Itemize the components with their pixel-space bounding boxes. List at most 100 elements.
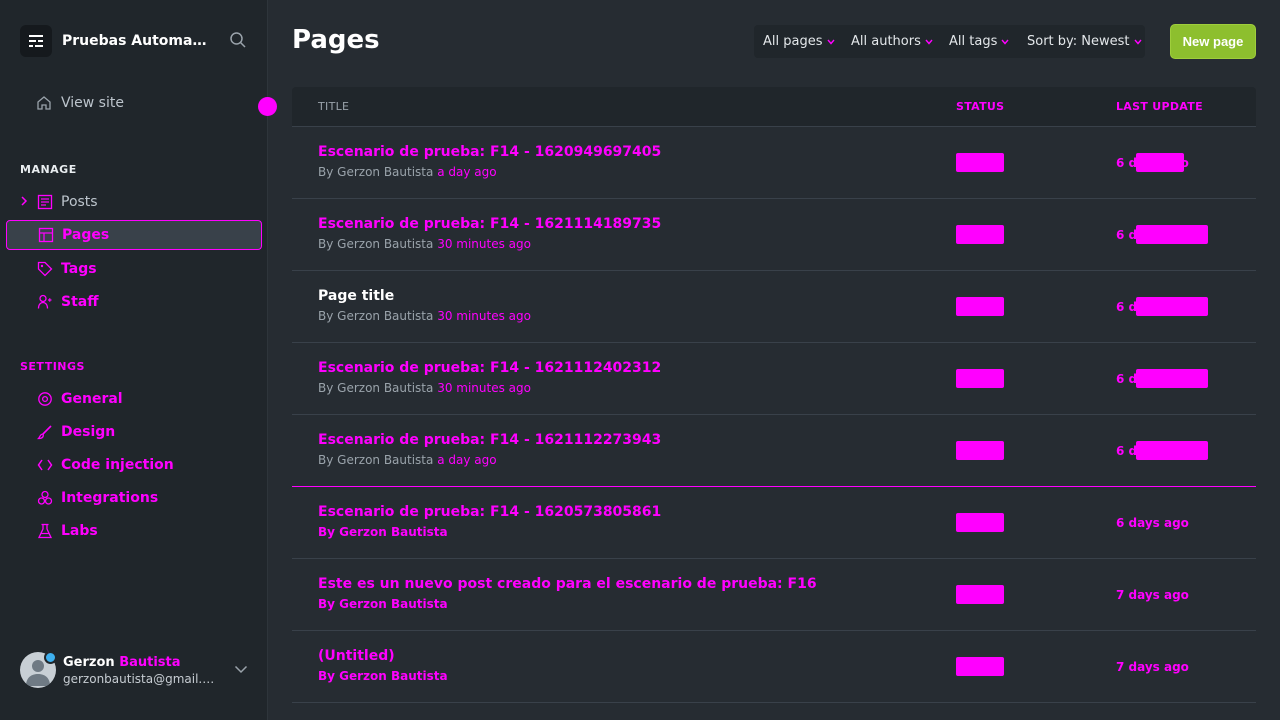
page-meta: By Gerzon Bautista bbox=[318, 669, 448, 683]
column-title: TITLE bbox=[318, 100, 350, 113]
table-row[interactable]: Page title By Gerzon Bautista 30 minutes… bbox=[292, 271, 1256, 343]
status-badge bbox=[956, 297, 1004, 316]
user-email: gerzonbautista@gmail.com bbox=[63, 671, 219, 686]
posts-icon bbox=[36, 193, 54, 211]
sidebar-item-label: Labs bbox=[61, 523, 98, 539]
status-badge bbox=[956, 585, 1004, 604]
last-update-highlight bbox=[1136, 297, 1208, 316]
last-update-highlight bbox=[1136, 441, 1208, 460]
chevron-down-icon[interactable] bbox=[234, 665, 248, 674]
page-meta: By Gerzon Bautista bbox=[318, 525, 448, 539]
filter-label: All tags bbox=[949, 34, 998, 49]
page-author: By Gerzon Bautista bbox=[318, 453, 434, 467]
notification-dot bbox=[258, 97, 277, 116]
page-title-cell: (Untitled) bbox=[318, 648, 395, 664]
site-name: Pruebas Automatizadas bbox=[62, 33, 212, 49]
sidebar-item-label: Code injection bbox=[61, 457, 174, 473]
page-edited-time: a day ago bbox=[437, 165, 497, 179]
page-meta: By Gerzon Bautista 30 minutes ago bbox=[318, 381, 531, 395]
view-site-link[interactable]: View site bbox=[36, 95, 124, 111]
table-row[interactable]: Escenario de prueba: F14 - 1620573805861… bbox=[292, 487, 1256, 559]
chevron-right-icon[interactable] bbox=[20, 195, 28, 207]
manage-section-title: MANAGE bbox=[20, 163, 77, 176]
table-row[interactable]: Este es un nuevo post creado para el esc… bbox=[292, 559, 1256, 631]
integrations-icon bbox=[36, 489, 54, 507]
sidebar-item-staff[interactable]: Staff bbox=[20, 287, 262, 317]
filter-all-tags[interactable]: All tags bbox=[940, 25, 1018, 58]
code-icon bbox=[36, 456, 54, 474]
view-site-label: View site bbox=[61, 95, 124, 111]
last-update-highlight bbox=[1136, 369, 1208, 388]
user-menu[interactable]: Gerzon Bautista gerzonbautista@gmail.com bbox=[20, 651, 252, 688]
page-title-cell: Escenario de prueba: F14 - 1620573805861 bbox=[318, 504, 662, 520]
column-last-update: LAST UPDATE bbox=[1116, 100, 1203, 113]
brush-icon bbox=[36, 423, 54, 441]
home-icon bbox=[37, 96, 51, 110]
sidebar-item-label: Pages bbox=[62, 227, 110, 243]
search-icon[interactable] bbox=[229, 31, 247, 53]
sidebar-item-general[interactable]: General bbox=[20, 384, 262, 414]
page-author: By Gerzon Bautista bbox=[318, 669, 448, 683]
status-badge bbox=[956, 513, 1004, 532]
page-edited-time: a day ago bbox=[437, 453, 497, 467]
sidebar-item-code-injection[interactable]: Code injection bbox=[20, 450, 262, 480]
chevron-down-icon bbox=[1133, 39, 1142, 45]
page-title-cell: Escenario de prueba: F14 - 1621114189735 bbox=[318, 216, 662, 232]
status-badge bbox=[956, 225, 1004, 244]
user-last-name: Bautista bbox=[119, 654, 181, 670]
page-title-cell: Este es un nuevo post creado para el esc… bbox=[318, 576, 817, 592]
sidebar-item-tags[interactable]: Tags bbox=[20, 254, 262, 284]
last-update-cell: 6 days ago bbox=[1116, 516, 1189, 530]
user-first-name: Gerzon bbox=[63, 654, 115, 670]
filter-bar: All pages All authors All tags Sort by: … bbox=[754, 25, 1145, 58]
sidebar-item-posts[interactable]: Posts bbox=[20, 187, 262, 217]
page-title-cell: Page title bbox=[318, 288, 395, 304]
flask-icon bbox=[36, 522, 54, 540]
sidebar-item-label: General bbox=[61, 391, 123, 407]
page-meta: By Gerzon Bautista a day ago bbox=[318, 453, 497, 467]
table-row[interactable]: Escenario de prueba: F14 - 1621114189735… bbox=[292, 199, 1256, 271]
table-row[interactable]: Escenario de prueba: F14 - 1621112402312… bbox=[292, 343, 1256, 415]
last-update-cell: 7 days ago bbox=[1116, 660, 1189, 674]
filter-sort[interactable]: Sort by: Newest bbox=[1018, 25, 1145, 58]
table-row[interactable]: Escenario de prueba: F14 - 1621112273943… bbox=[292, 415, 1256, 487]
filter-all-authors[interactable]: All authors bbox=[842, 25, 940, 58]
sidebar-item-label: Posts bbox=[61, 194, 98, 210]
table-row[interactable]: (Untitled) By Gerzon Bautista 7 days ago bbox=[292, 631, 1256, 703]
page-meta: By Gerzon Bautista bbox=[318, 597, 448, 611]
last-update-cell: 7 days ago bbox=[1116, 588, 1189, 602]
pages-list: TITLE STATUS LAST UPDATE Escenario de pr… bbox=[292, 87, 1256, 703]
filter-label: All authors bbox=[851, 34, 921, 49]
page-edited-time: 30 minutes ago bbox=[437, 237, 531, 251]
filter-label: All pages bbox=[763, 34, 823, 49]
sidebar-item-label: Design bbox=[61, 424, 116, 440]
page-meta: By Gerzon Bautista a day ago bbox=[318, 165, 497, 179]
chevron-down-icon bbox=[925, 39, 933, 45]
sidebar-item-labs[interactable]: Labs bbox=[20, 516, 262, 546]
page-author: By Gerzon Bautista bbox=[318, 381, 434, 395]
page-title-cell: Escenario de prueba: F14 - 1621112273943 bbox=[318, 432, 662, 448]
list-header: TITLE STATUS LAST UPDATE bbox=[292, 87, 1256, 127]
status-badge bbox=[956, 153, 1004, 172]
status-badge bbox=[956, 369, 1004, 388]
filter-all-pages[interactable]: All pages bbox=[754, 25, 842, 58]
chevron-down-icon bbox=[826, 39, 835, 45]
sidebar-item-design[interactable]: Design bbox=[20, 417, 262, 447]
column-status: STATUS bbox=[956, 100, 1005, 113]
table-row[interactable]: Escenario de prueba: F14 - 1620949697405… bbox=[292, 127, 1256, 199]
new-page-button[interactable]: New page bbox=[1170, 24, 1256, 59]
staff-icon bbox=[36, 293, 54, 311]
page-author: By Gerzon Bautista bbox=[318, 525, 448, 539]
site-brand[interactable]: Pruebas Automatizadas bbox=[20, 25, 212, 57]
settings-section-title: SETTINGS bbox=[20, 360, 85, 373]
sidebar: Pruebas Automatizadas View site MANAGE P… bbox=[0, 0, 277, 720]
sidebar-item-pages[interactable]: Pages bbox=[6, 220, 262, 250]
page-edited-time: 30 minutes ago bbox=[437, 381, 531, 395]
site-logo-icon bbox=[20, 25, 52, 57]
sidebar-item-integrations[interactable]: Integrations bbox=[20, 483, 262, 513]
gear-icon bbox=[36, 390, 54, 408]
online-status-dot bbox=[44, 651, 57, 664]
sidebar-item-label: Staff bbox=[61, 294, 99, 310]
page-author: By Gerzon Bautista bbox=[318, 309, 434, 323]
page-title-cell: Escenario de prueba: F14 - 1620949697405 bbox=[318, 144, 662, 160]
